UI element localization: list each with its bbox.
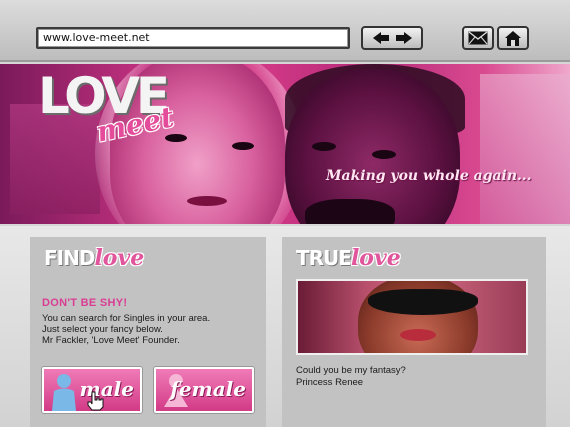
female-button[interactable]: female	[154, 367, 254, 413]
panel-heading: TRUElove	[296, 245, 401, 275]
heading-word: FIND	[44, 246, 95, 270]
tagline: Making you whole again...	[326, 168, 532, 184]
hand-cursor-icon	[87, 391, 104, 411]
caption-line: Princess Renee	[296, 377, 364, 388]
page: www.love-meet.net LOVE meet Making you w…	[0, 0, 570, 427]
eye	[372, 150, 396, 159]
browser-toolbar: www.love-meet.net	[0, 0, 570, 62]
subheading: DON'T BE SHY!	[42, 297, 128, 309]
female-label: female	[170, 377, 246, 401]
site-logo[interactable]: LOVE meet	[38, 68, 177, 149]
eye	[232, 142, 254, 150]
eye	[165, 134, 187, 142]
mouth	[187, 196, 227, 206]
hero-banner: LOVE meet Making you whole again...	[0, 64, 570, 224]
description-line: You can search for Singles in your area.	[42, 313, 211, 324]
forward-arrow-icon[interactable]	[395, 32, 412, 44]
caption-line: Could you be my fantasy?	[296, 365, 406, 376]
eye	[312, 142, 336, 151]
back-forward-button[interactable]	[361, 26, 423, 50]
true-love-panel: TRUElove Could you be my fantasy? Prince…	[282, 237, 546, 427]
mail-button[interactable]	[462, 26, 494, 50]
description: You can search for Singles in your area.…	[42, 313, 210, 346]
heading-script: love	[94, 245, 145, 271]
address-bar[interactable]: www.love-meet.net	[36, 27, 350, 49]
heading-word: TRUE	[296, 246, 352, 270]
description-line: Just select your fancy below.	[42, 324, 163, 335]
description-line: Mr Fackler, 'Love Meet' Founder.	[42, 335, 180, 346]
heading-script: love	[350, 245, 401, 271]
background-building	[480, 74, 570, 224]
find-love-panel: FINDlove DON'T BE SHY! You can search fo…	[30, 237, 266, 427]
beard	[305, 199, 395, 224]
profile-caption: Could you be my fantasy? Princess Renee	[296, 365, 406, 389]
envelope-icon	[468, 31, 488, 45]
home-button[interactable]	[497, 26, 529, 50]
featured-profile-photo[interactable]	[296, 279, 528, 355]
panel-heading: FINDlove	[44, 245, 144, 275]
home-icon	[505, 30, 521, 46]
lips	[400, 329, 436, 341]
sunglasses	[368, 289, 478, 315]
back-arrow-icon[interactable]	[372, 32, 389, 44]
male-button[interactable]: male	[42, 367, 142, 413]
